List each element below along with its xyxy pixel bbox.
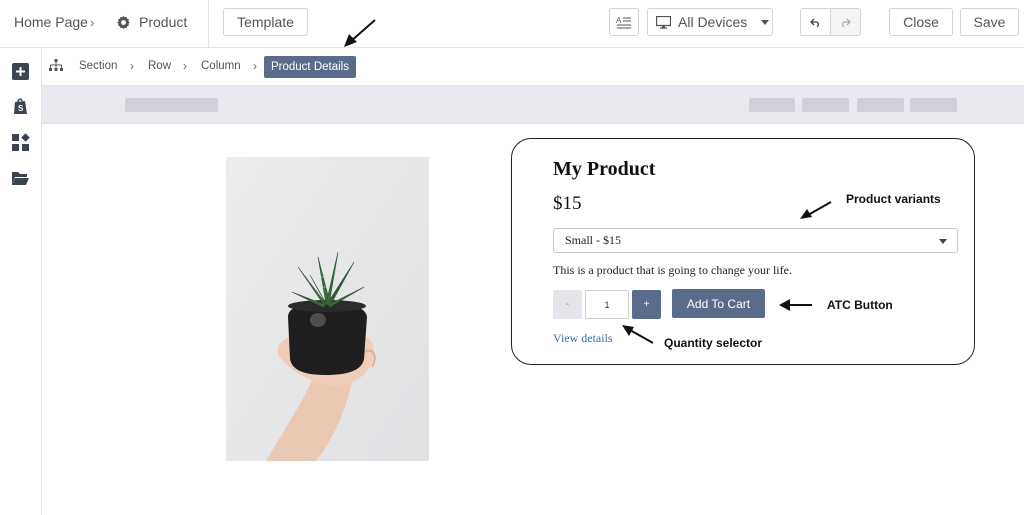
variant-select-value: Small - $15 (565, 233, 621, 247)
template-button[interactable]: Template (223, 8, 308, 36)
save-button[interactable]: Save (960, 8, 1019, 36)
annotation-product-variants: Product variants (846, 192, 941, 206)
plant-photo (226, 157, 429, 461)
chevron-down-icon (761, 19, 770, 25)
product-page-link[interactable]: Product (116, 0, 187, 44)
annotation-arrow-icon (344, 19, 376, 47)
nav-placeholder (802, 98, 849, 112)
home-page-label: Home Page (14, 14, 88, 30)
close-button[interactable]: Close (889, 8, 953, 36)
nav-placeholder (910, 98, 957, 112)
product-description: This is a product that is going to chang… (553, 263, 792, 277)
quantity-decrease-button[interactable]: - (553, 290, 582, 319)
nav-placeholder (857, 98, 904, 112)
svg-text:A: A (616, 16, 622, 25)
breadcrumb-row[interactable]: Row (148, 60, 171, 72)
annotation-arrow-icon (800, 201, 832, 219)
add-to-cart-button[interactable]: Add To Cart (672, 289, 765, 318)
shopify-icon[interactable]: S (11, 97, 30, 116)
product-details-card: My Product $15 Small - $15 This is a pro… (511, 138, 975, 365)
text-format-button[interactable]: A (609, 8, 639, 36)
variant-select[interactable]: Small - $15 (553, 228, 958, 253)
header-divider (208, 0, 209, 48)
chevron-right-icon: › (183, 59, 187, 73)
annotation-atc-button: ATC Button (827, 298, 893, 312)
sitemap-icon (49, 59, 63, 71)
annotation-quantity-selector: Quantity selector (664, 336, 763, 350)
annotation-arrow-icon (779, 299, 812, 311)
logo-placeholder (125, 98, 218, 112)
breadcrumb-chevron-icon: › (90, 14, 95, 30)
gear-icon (117, 15, 130, 29)
chevron-right-icon: › (130, 59, 134, 73)
widgets-icon[interactable] (11, 133, 30, 152)
breadcrumb-product-details[interactable]: Product Details (264, 56, 356, 78)
breadcrumb-column[interactable]: Column (201, 60, 241, 72)
nav-placeholder (749, 98, 795, 112)
product-page-label: Product (139, 14, 188, 30)
home-page-link[interactable]: Home Page (14, 0, 88, 44)
top-bar: Home Page › Product Template A All Devic… (0, 0, 1024, 48)
svg-text:S: S (18, 104, 24, 113)
text-format-icon: A (616, 16, 631, 29)
redo-button[interactable] (830, 8, 861, 36)
element-breadcrumb: Section › Row › Column › Product Details (42, 48, 1024, 86)
undo-button[interactable] (800, 8, 831, 36)
chevron-right-icon: › (253, 59, 257, 73)
product-title: My Product (553, 158, 656, 180)
monitor-icon (656, 15, 671, 29)
breadcrumb-section[interactable]: Section (79, 60, 117, 72)
page-header-placeholder (42, 86, 1024, 124)
quantity-increase-button[interactable]: + (632, 290, 661, 319)
product-image[interactable] (226, 157, 429, 461)
undo-icon (810, 18, 819, 27)
device-select-label: All Devices (678, 14, 748, 30)
device-select[interactable]: All Devices (647, 8, 773, 36)
redo-icon (842, 18, 851, 27)
view-details-link[interactable]: View details (553, 331, 613, 346)
add-element-icon[interactable] (11, 62, 30, 81)
left-sidebar: S (0, 48, 42, 515)
chevron-down-icon (939, 239, 947, 244)
quantity-input[interactable]: 1 (585, 290, 629, 319)
annotation-arrow-icon (622, 325, 654, 344)
folder-icon[interactable] (11, 169, 30, 188)
product-price: $15 (553, 193, 582, 214)
